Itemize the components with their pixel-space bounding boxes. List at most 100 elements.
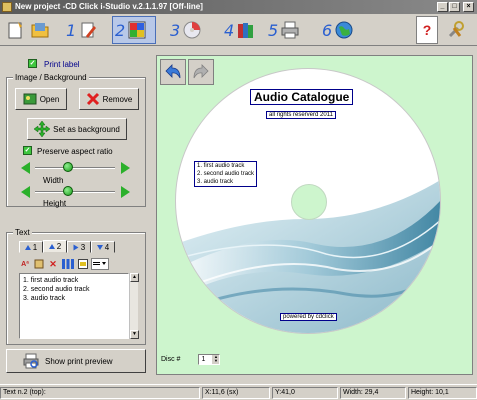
remove-label: Remove	[102, 94, 133, 104]
app-icon	[2, 2, 12, 12]
text-line: 3. audio track	[23, 295, 66, 302]
step-1-button[interactable]: 1	[66, 16, 98, 44]
text-line: 1. first audio track	[23, 277, 79, 284]
height-decrease-arrow[interactable]	[21, 186, 30, 198]
preserve-aspect-checkbox[interactable]: ✓	[23, 146, 32, 155]
step-6-button[interactable]: 6	[322, 16, 354, 44]
set-background-button[interactable]: Set as background	[27, 118, 127, 140]
text-line: 2. second audio track	[23, 286, 90, 293]
status-bar: Text n.2 (top): X:11,6 (sx) Y:41,0 Width…	[0, 384, 477, 400]
status-text-info: Text n.2 (top):	[0, 387, 200, 399]
maximize-button[interactable]: □	[449, 2, 460, 12]
window-title: New project -CD Click i-Studio v.2.1.1.9…	[15, 2, 203, 11]
step-4-button[interactable]: 4	[224, 16, 256, 44]
step-number: 1	[66, 20, 77, 40]
cd-center-hole	[291, 184, 327, 220]
minimize-button[interactable]: _	[437, 2, 448, 12]
tab-text-3[interactable]: 3	[67, 241, 91, 253]
tab-triangle-icon	[24, 244, 31, 250]
open-label: Open	[39, 94, 60, 104]
text-lines-box[interactable]: 1. first audio track 2. second audio tra…	[19, 273, 129, 339]
set-bg-label: Set as background	[53, 124, 120, 134]
track-line: 2. second audio track	[197, 171, 255, 177]
scroll-down-arrow[interactable]: ▼	[130, 330, 139, 339]
step-number: 3	[170, 20, 181, 40]
new-project-button[interactable]	[6, 16, 26, 44]
close-button[interactable]: ×	[463, 2, 474, 12]
remove-image-button[interactable]: Remove	[79, 88, 139, 110]
cd-label-preview: Audio Catalogue all rights reserverd 201…	[175, 68, 441, 334]
height-slider-track[interactable]	[35, 191, 115, 193]
new-document-icon	[8, 22, 22, 39]
print-label-checkbox[interactable]: ✓	[28, 59, 37, 68]
image-group-title: Image / Background	[13, 73, 89, 82]
move-arrows-icon	[34, 121, 51, 137]
folder-icon	[31, 23, 49, 38]
printer-icon	[281, 21, 299, 39]
height-slider-knob[interactable]	[63, 186, 73, 196]
columns-button[interactable]	[61, 258, 75, 270]
format-toolbar: Aª ✕	[19, 258, 109, 270]
status-y: Y:41,0	[272, 387, 338, 399]
edit-icon	[81, 22, 97, 38]
font-size-button[interactable]: Aª	[19, 258, 31, 270]
text-box-button[interactable]	[77, 258, 89, 270]
step-2-button[interactable]: 2	[112, 16, 156, 44]
open-project-button[interactable]	[30, 16, 50, 44]
disc-counter-label: Disc #	[161, 356, 181, 363]
width-slider-knob[interactable]	[63, 162, 73, 172]
print-label-text: Print label	[44, 60, 80, 69]
label-canvas[interactable]: Audio Catalogue all rights reserverd 201…	[156, 55, 473, 375]
tab-text-1[interactable]: 1	[19, 241, 43, 253]
label-subtitle[interactable]: all rights reserverd 2011	[266, 111, 336, 119]
step-5-button[interactable]: 5	[268, 16, 300, 44]
print-preview-icon	[23, 353, 39, 369]
help-button[interactable]: ?	[416, 16, 438, 44]
text-box-icon	[78, 259, 88, 269]
left-panel: ✓ Print label Image / Background Open Re…	[6, 55, 146, 375]
print-preview-label: Show print preview	[45, 356, 113, 366]
label-track-list[interactable]: 1. first audio track 2. second audio tra…	[194, 161, 258, 187]
track-line: 1. first audio track	[197, 163, 245, 169]
tab-triangle-icon	[96, 244, 103, 250]
width-decrease-arrow[interactable]	[21, 162, 30, 174]
paste-icon	[34, 259, 44, 269]
step-3-button[interactable]: 3	[170, 16, 202, 44]
palette-icon	[128, 21, 146, 39]
step-number: 5	[268, 20, 279, 40]
toolbar: 1 2 3 4 5 6 ?	[0, 14, 477, 46]
disc-counter: Disc # 1 ▲ ▼	[161, 354, 221, 365]
height-increase-arrow[interactable]	[121, 186, 130, 198]
books-icon	[238, 23, 254, 38]
paste-button[interactable]	[33, 258, 45, 270]
status-height: Height: 10,1	[408, 387, 477, 399]
status-width: Width: 29,4	[340, 387, 406, 399]
remove-icon	[86, 92, 99, 106]
open-image-icon	[23, 93, 37, 105]
image-background-group: Image / Background Open Remove Set as ba…	[6, 73, 146, 208]
settings-button[interactable]	[446, 16, 466, 44]
preserve-aspect-label: Preserve aspect ratio	[37, 147, 113, 156]
width-increase-arrow[interactable]	[121, 162, 130, 174]
show-print-preview-button[interactable]: Show print preview	[6, 349, 146, 373]
text-scrollbar[interactable]: ▲ ▼	[129, 273, 139, 339]
spinner-arrows[interactable]: ▲ ▼	[212, 355, 220, 364]
text-group-title: Text	[13, 228, 32, 237]
label-footer[interactable]: powered by cdclick	[280, 313, 337, 321]
label-title[interactable]: Audio Catalogue	[250, 89, 354, 105]
track-line: 3. audio track	[197, 179, 234, 185]
text-tabs: 1 2 3 4	[19, 240, 115, 253]
tools-icon	[448, 21, 464, 38]
scroll-up-arrow[interactable]: ▲	[130, 273, 139, 282]
cd-icon	[183, 21, 201, 39]
open-image-button[interactable]: Open	[15, 88, 67, 110]
align-dropdown[interactable]	[91, 258, 109, 270]
help-icon: ?	[422, 22, 432, 38]
delete-text-button[interactable]: ✕	[47, 258, 59, 270]
columns-icon	[62, 259, 74, 269]
width-slider-track[interactable]	[35, 167, 115, 169]
tab-text-2[interactable]: 2	[43, 240, 67, 253]
tab-text-4[interactable]: 4	[91, 241, 115, 253]
disc-number-spinner[interactable]: 1 ▲ ▼	[198, 354, 221, 365]
text-group: Text 1 2 3 4 Aª ✕ 1. first audio track 2…	[6, 228, 146, 345]
